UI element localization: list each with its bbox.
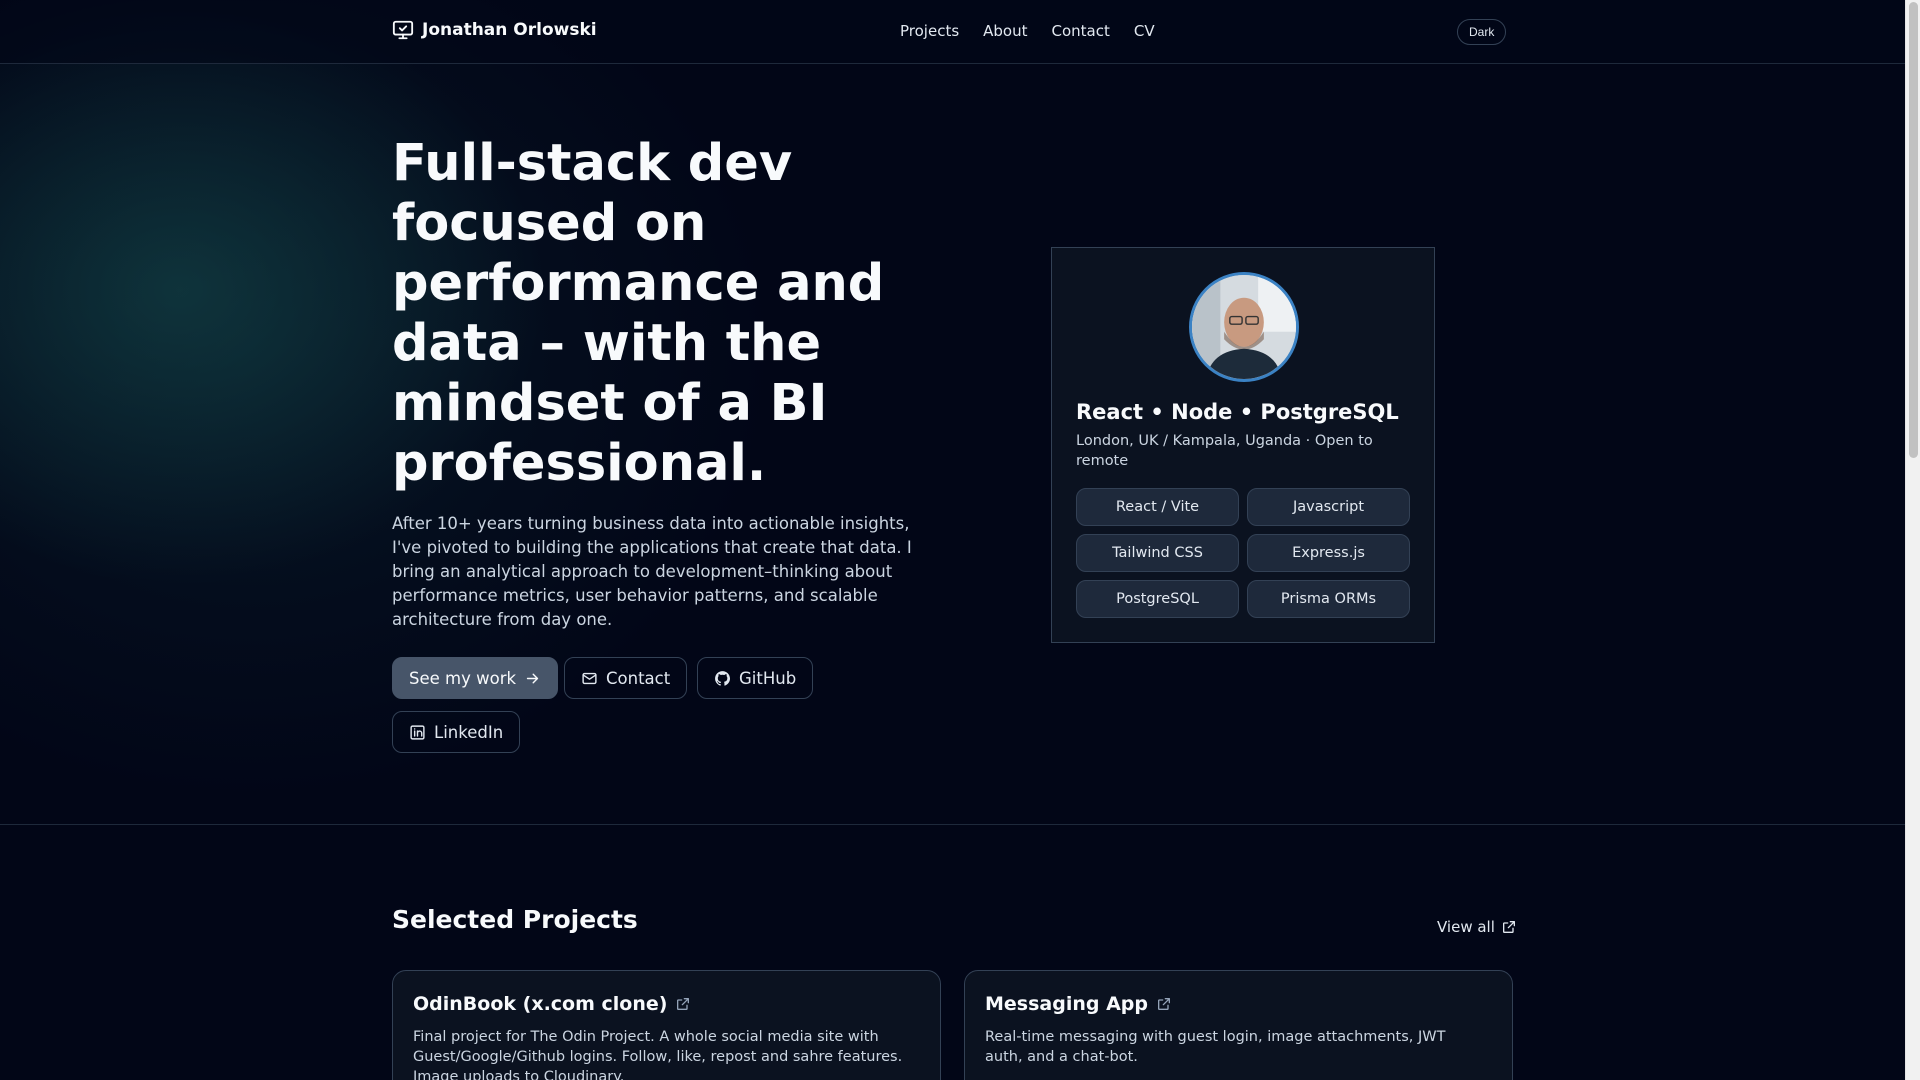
github-button[interactable]: GitHub [697, 657, 814, 699]
project-card-messaging-app[interactable]: Messaging App Real-time messaging with g… [964, 970, 1513, 1080]
mail-icon [582, 672, 597, 684]
project-description: Final project for The Odin Project. A wh… [413, 1029, 903, 1080]
selected-projects-title: Selected Projects [392, 905, 638, 934]
project-description: Real-time messaging with guest login, im… [985, 1029, 1446, 1065]
skill-chip: Javascript [1247, 488, 1410, 526]
location-text: London, UK / Kampala, Uganda · Open to r… [1076, 433, 1373, 469]
skill-chip: PostgreSQL [1076, 580, 1239, 618]
project-name: OdinBook (x.com clone) [413, 993, 668, 1015]
arrow-right-icon [526, 673, 539, 683]
external-link-icon [1158, 998, 1170, 1010]
nav-projects[interactable]: Projects [900, 22, 959, 40]
brand-link[interactable]: Jonathan Orlowski [392, 19, 597, 41]
view-all-link[interactable]: View all [1437, 918, 1517, 936]
avatar [1189, 272, 1299, 382]
stack-title: React • Node • PostgreSQL [1076, 400, 1399, 424]
see-my-work-label: See my work [409, 668, 517, 688]
monitor-check-icon [392, 20, 414, 40]
skill-chip: Express.js [1247, 534, 1410, 572]
github-label: GitHub [739, 668, 797, 688]
github-icon [715, 670, 731, 686]
brand-name: Jonathan Orlowski [422, 20, 597, 40]
main-nav: Projects About Contact CV [900, 22, 1155, 40]
see-my-work-button[interactable]: See my work [392, 657, 559, 699]
site-header: Jonathan Orlowski Projects About Contact… [0, 0, 1905, 64]
project-name: Messaging App [985, 993, 1148, 1015]
skills-grid: React / Vite Javascript Tailwind CSS Exp… [1076, 488, 1411, 618]
view-all-label: View all [1437, 918, 1495, 936]
skill-chip: React / Vite [1076, 488, 1239, 526]
background-glow [0, 0, 1905, 1080]
nav-contact[interactable]: Contact [1052, 22, 1110, 40]
profile-card: React • Node • PostgreSQL London, UK / K… [1051, 247, 1435, 643]
project-title[interactable]: OdinBook (x.com clone) [413, 993, 691, 1015]
project-card-odinbook[interactable]: OdinBook (x.com clone) Final project for… [392, 970, 941, 1080]
nav-about[interactable]: About [983, 22, 1027, 40]
contact-label: Contact [606, 668, 671, 688]
skill-chip: Tailwind CSS [1076, 534, 1239, 572]
linkedin-button[interactable]: LinkedIn [392, 711, 521, 753]
external-link-icon [1502, 921, 1515, 933]
section-divider [0, 824, 1905, 825]
page-scrollbar[interactable] [1905, 0, 1920, 1080]
scrollbar-thumb[interactable] [1909, 2, 1918, 458]
linkedin-label: LinkedIn [434, 722, 504, 742]
nav-cv[interactable]: CV [1134, 22, 1155, 40]
theme-toggle-button[interactable]: Dark [1457, 19, 1507, 45]
skill-chip: Prisma ORMs [1247, 580, 1410, 618]
hero-description: After 10+ years turning business data in… [392, 514, 912, 629]
hero-title: Full-stack dev focused on performance an… [392, 134, 885, 493]
contact-button[interactable]: Contact [564, 657, 688, 699]
avatar-photo [1192, 275, 1296, 379]
external-link-icon [677, 998, 690, 1010]
linkedin-icon [410, 724, 425, 740]
project-title[interactable]: Messaging App [985, 993, 1172, 1015]
